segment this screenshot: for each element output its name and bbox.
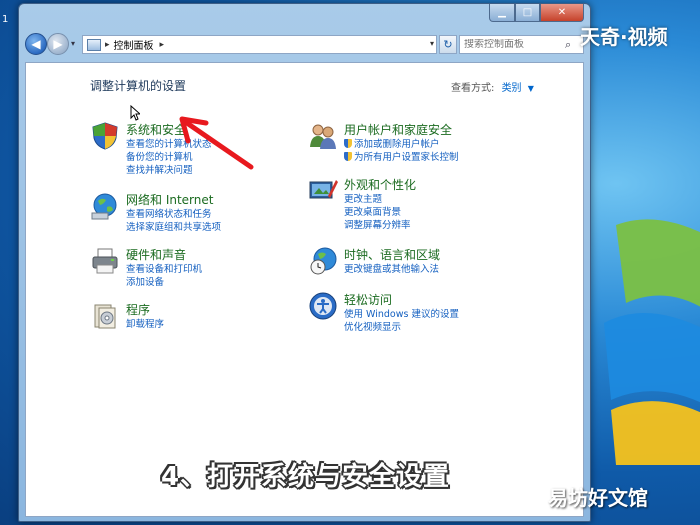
view-by: 查看方式: 类别 ▼ bbox=[451, 79, 534, 94]
watermark-top: 天奇·视频 bbox=[580, 25, 668, 49]
users-icon[interactable] bbox=[308, 121, 338, 151]
printer-icon[interactable] bbox=[90, 246, 120, 276]
link-uninstall-program[interactable]: 卸载程序 bbox=[126, 318, 164, 331]
annotation-arrow-icon bbox=[179, 116, 254, 170]
link-adjust-resolution[interactable]: 调整屏幕分辨率 bbox=[344, 219, 411, 232]
refresh-button[interactable]: ↻ bbox=[439, 35, 457, 54]
breadcrumb-separator-icon[interactable]: ▸ bbox=[160, 40, 165, 50]
link-add-device[interactable]: 添加设备 bbox=[126, 276, 202, 289]
mouse-cursor-icon bbox=[130, 105, 140, 121]
category-title[interactable]: 网络和 Internet bbox=[126, 191, 213, 208]
category-title[interactable]: 程序 bbox=[126, 301, 150, 318]
breadcrumb-control-panel[interactable]: 控制面板 bbox=[114, 37, 154, 52]
category-title[interactable]: 轻松访问 bbox=[344, 291, 392, 308]
page-title: 调整计算机的设置 bbox=[90, 79, 187, 93]
link-parental-controls[interactable]: 为所有用户设置家长控制 bbox=[344, 151, 459, 164]
shield-icon[interactable] bbox=[90, 121, 120, 151]
minimize-button[interactable]: ▁ bbox=[489, 4, 515, 22]
link-add-remove-accounts[interactable]: 添加或删除用户帐户 bbox=[344, 138, 459, 151]
windows-logo-icon bbox=[604, 219, 700, 465]
ease-of-access-icon[interactable] bbox=[308, 291, 338, 321]
category-title[interactable]: 用户帐户和家庭安全 bbox=[344, 121, 452, 138]
maximize-button[interactable]: □ bbox=[515, 4, 540, 22]
close-button[interactable]: ✕ bbox=[540, 4, 584, 22]
link-optimize-visual-display[interactable]: 优化视频显示 bbox=[344, 321, 459, 334]
address-bar[interactable]: ▸ 控制面板 ▸ ▾ bbox=[82, 35, 437, 54]
control-panel-icon bbox=[87, 38, 101, 51]
navigation-bar: ◀ ▶ ▾ ▸ 控制面板 ▸ ▾ ↻ ⌕ bbox=[25, 32, 584, 58]
view-by-label: 查看方式: bbox=[451, 83, 495, 94]
link-change-theme[interactable]: 更改主题 bbox=[344, 193, 411, 206]
chevron-down-icon[interactable]: ▼ bbox=[528, 84, 534, 93]
breadcrumb-separator-icon[interactable]: ▸ bbox=[105, 40, 110, 50]
category-title[interactable]: 时钟、语言和区域 bbox=[344, 246, 440, 263]
clock-globe-icon[interactable] bbox=[308, 246, 338, 276]
back-button[interactable]: ◀ bbox=[25, 33, 47, 55]
category-title[interactable]: 外观和个性化 bbox=[344, 176, 416, 193]
address-dropdown-icon[interactable]: ▾ bbox=[430, 39, 434, 48]
caption-buttons: ▁ □ ✕ bbox=[489, 4, 584, 22]
link-change-keyboard-input[interactable]: 更改键盘或其他输入法 bbox=[344, 263, 439, 276]
network-globe-icon[interactable] bbox=[90, 191, 120, 221]
search-icon[interactable]: ⌕ bbox=[565, 38, 571, 52]
appearance-icon[interactable] bbox=[308, 176, 338, 206]
link-change-desktop-background[interactable]: 更改桌面背景 bbox=[344, 206, 411, 219]
programs-icon[interactable] bbox=[90, 301, 120, 331]
link-homegroup-sharing[interactable]: 选择家庭组和共享选项 bbox=[126, 221, 221, 234]
control-panel-content: 调整计算机的设置 查看方式: 类别 ▼ 系统和安全 查看您的计算机状态 备份您的… bbox=[25, 62, 584, 517]
search-box[interactable]: ⌕ bbox=[459, 35, 584, 54]
link-devices-printers[interactable]: 查看设备和打印机 bbox=[126, 263, 202, 276]
video-subtitle: 4、打开系统与安全设置 bbox=[160, 462, 451, 492]
search-input[interactable] bbox=[460, 39, 565, 50]
watermark-bottom: 易坊好文馆 bbox=[548, 486, 648, 510]
link-network-status[interactable]: 查看网络状态和任务 bbox=[126, 208, 221, 221]
link-windows-suggested-settings[interactable]: 使用 Windows 建议的设置 bbox=[344, 308, 459, 321]
desktop-icon-label: 1 bbox=[2, 14, 9, 25]
recent-pages-dropdown[interactable]: ▾ bbox=[71, 39, 75, 48]
forward-button[interactable]: ▶ bbox=[47, 33, 69, 55]
view-by-dropdown[interactable]: 类别 bbox=[502, 83, 522, 94]
control-panel-window: ▁ □ ✕ ◀ ▶ ▾ ▸ 控制面板 ▸ ▾ ↻ ⌕ 调整计算机的设置 查看方式… bbox=[18, 3, 591, 522]
category-title[interactable]: 硬件和声音 bbox=[126, 246, 186, 263]
